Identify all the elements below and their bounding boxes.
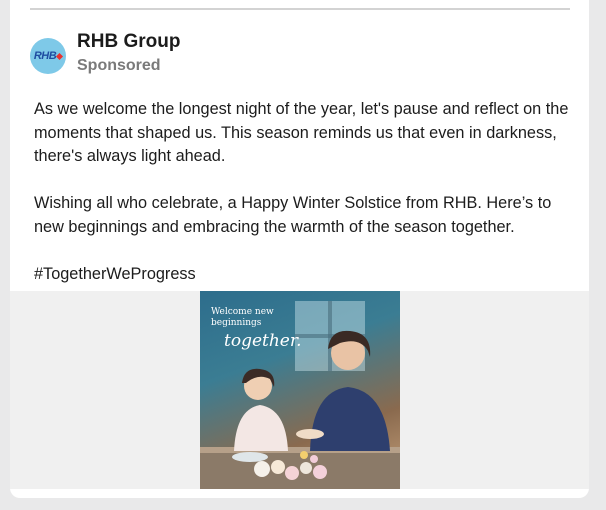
image-caption-line-2: beginnings	[211, 318, 262, 328]
image-caption: Welcome new beginnings	[211, 307, 274, 329]
post-header: RHB RHB Group Sponsored	[30, 30, 180, 80]
post-paragraph-2: Wishing all who celebrate, a Happy Winte…	[34, 194, 552, 236]
divider	[30, 8, 570, 10]
image-caption-line-1: Welcome new	[211, 307, 274, 317]
ad-post-card: RHB RHB Group Sponsored As we welcome th…	[10, 0, 589, 498]
post-image[interactable]: Welcome new beginnings together.	[200, 291, 400, 489]
image-script-text: together.	[224, 331, 302, 351]
hashtag-link[interactable]: #TogetherWeProgress	[34, 263, 579, 287]
avatar-text: RHB	[33, 50, 57, 62]
post-body: As we welcome the longest night of the y…	[34, 98, 579, 286]
post-meta: RHB Group Sponsored	[77, 30, 180, 76]
sponsored-label: Sponsored	[77, 57, 161, 74]
media-area: Welcome new beginnings together.	[10, 291, 589, 489]
post-paragraph-1: As we welcome the longest night of the y…	[34, 100, 569, 165]
page-name[interactable]: RHB Group	[77, 30, 180, 54]
rhb-logo-icon[interactable]: RHB	[30, 38, 66, 74]
logo-diamond	[56, 52, 64, 60]
